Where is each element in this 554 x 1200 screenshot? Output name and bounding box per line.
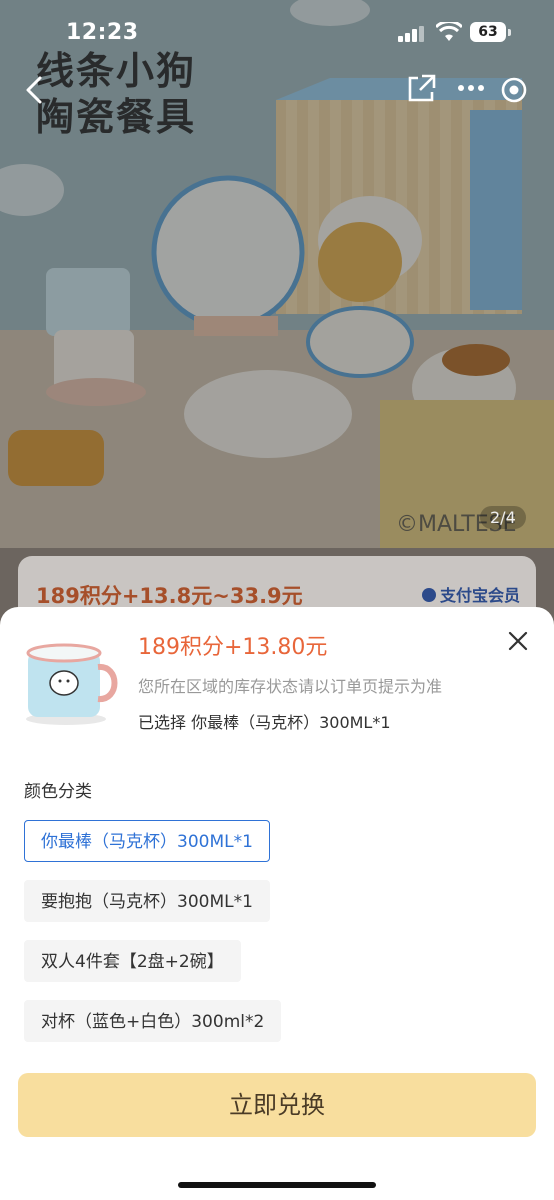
price-range: 189积分+13.8元~33.9元 (36, 584, 303, 608)
color-category-label: 颜色分类 (24, 782, 92, 802)
close-miniapp-icon[interactable] (500, 76, 528, 104)
redeem-now-button[interactable]: 立即兑换 (18, 1073, 536, 1137)
cellular-signal-icon (398, 26, 424, 42)
member-badge-label: 支付宝会员 (439, 586, 520, 605)
image-pager: 2/4 (480, 506, 526, 529)
product-image-carousel[interactable]: 线条小狗 陶瓷餐具 ©MALTESE 2/4 12:23 63 189积分+13… (0, 0, 554, 640)
alipay-member-icon (421, 588, 436, 602)
status-bar: 12:23 63 (0, 0, 554, 64)
battery-icon: 63 (470, 22, 511, 42)
share-icon[interactable] (404, 72, 438, 106)
more-icon[interactable] (456, 78, 486, 98)
hero-title-line2: 陶瓷餐具 (36, 95, 197, 139)
close-icon[interactable] (506, 629, 530, 653)
option-mug-nizuibang[interactable]: 你最棒（马克杯）300ML*1 (24, 820, 270, 862)
option-cup-pair[interactable]: 对杯（蓝色+白色）300ml*2 (24, 1000, 282, 1042)
home-indicator (178, 1182, 376, 1188)
selected-price: 189积分+13.80元 (138, 635, 328, 660)
stock-notice: 您所在区域的库存状态请以订单页提示为准 (138, 677, 443, 696)
option-mug-yaobaobao[interactable]: 要抱抱（马克杯）300ML*1 (24, 880, 270, 922)
selected-summary: 已选择 你最棒（马克杯）300ML*1 (138, 713, 391, 732)
status-time: 12:23 (66, 20, 139, 45)
back-icon[interactable] (22, 72, 50, 108)
option-set-4pc[interactable]: 双人4件套【2盘+2碗】 (24, 940, 241, 982)
sku-selector-sheet: 189积分+13.80元 您所在区域的库存状态请以订单页提示为准 已选择 你最棒… (0, 607, 554, 1200)
wifi-icon (436, 22, 462, 41)
member-badge: 支付宝会员 (421, 582, 520, 606)
sku-thumbnail (26, 643, 118, 725)
